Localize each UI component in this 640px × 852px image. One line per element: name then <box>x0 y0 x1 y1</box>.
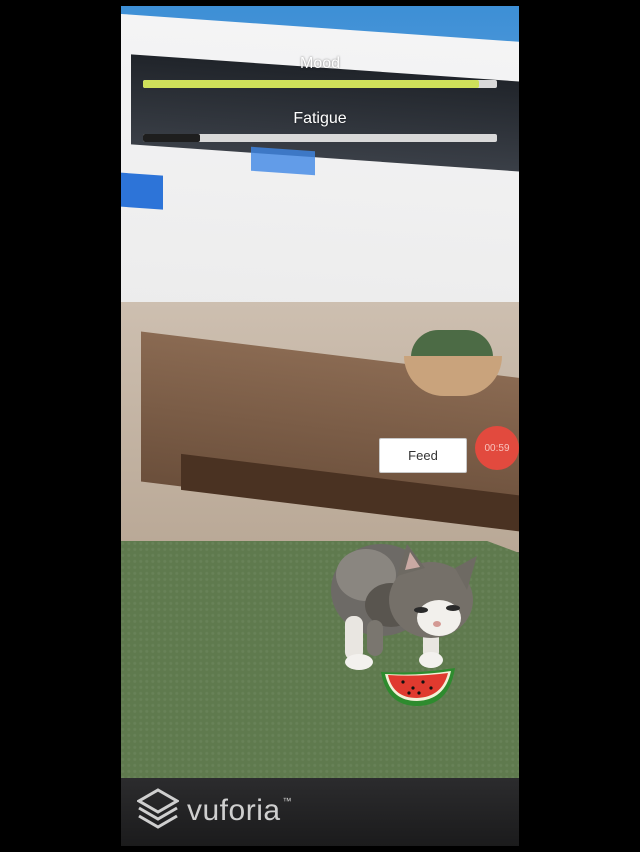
mood-bar <box>143 80 497 88</box>
fatigue-bar-fill <box>143 134 200 142</box>
ar-camera-view: Mood Fatigue Feed 00:59 vuforia ™ <box>121 6 519 846</box>
vuforia-cube-icon <box>137 788 179 829</box>
countdown-timer: 00:59 <box>475 426 519 470</box>
vuforia-branding: vuforia ™ <box>137 788 298 834</box>
background-monitor-button <box>121 172 163 210</box>
background-monitor-highlight <box>251 146 315 176</box>
fatigue-bar <box>143 134 497 142</box>
fatigue-label: Fatigue <box>293 110 347 127</box>
vuforia-wordmark: vuforia <box>187 794 281 827</box>
cat-pet[interactable] <box>321 520 479 676</box>
mood-bar-fill <box>143 80 480 88</box>
watermelon-food[interactable] <box>379 666 457 708</box>
feed-button[interactable]: Feed <box>379 438 467 473</box>
mood-label: Mood <box>299 55 341 72</box>
trademark-symbol: ™ <box>282 796 292 806</box>
